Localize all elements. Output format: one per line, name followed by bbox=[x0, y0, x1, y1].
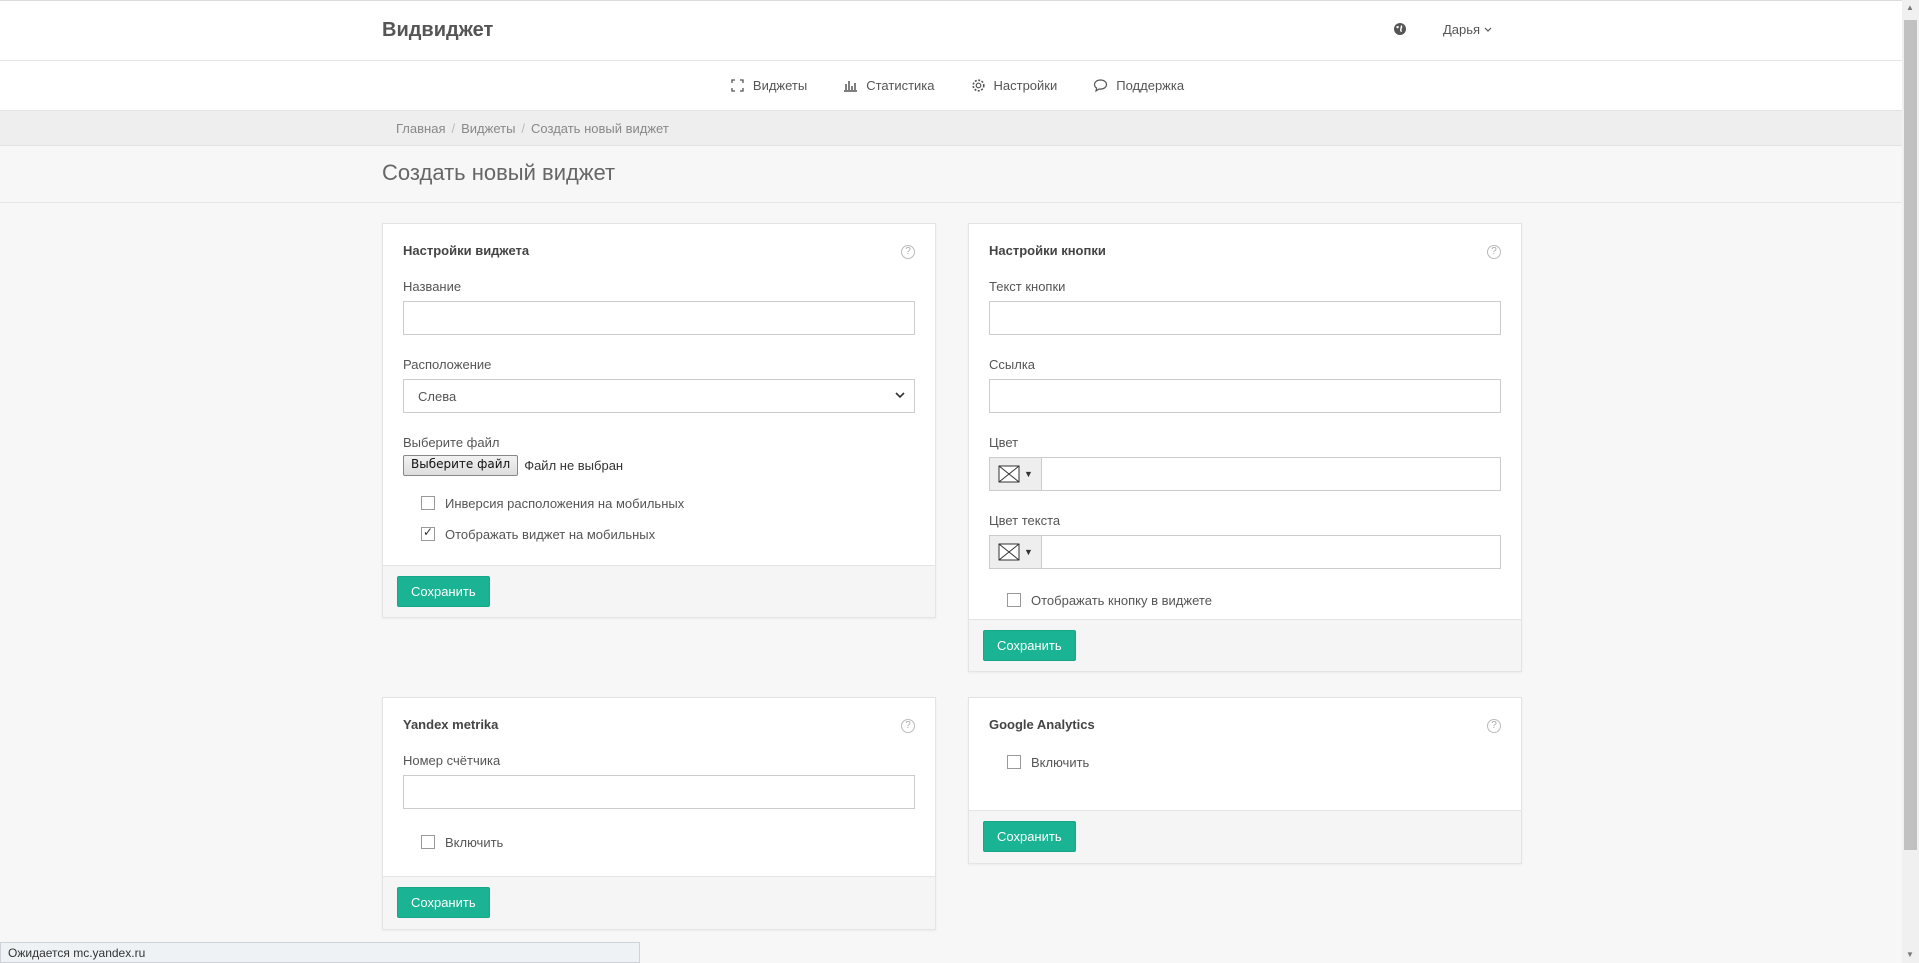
panel-title: Yandex metrika bbox=[403, 717, 499, 732]
user-menu[interactable]: Дарья bbox=[1443, 22, 1492, 37]
panel-footer: Сохранить bbox=[969, 810, 1521, 863]
show-mobile-checkbox[interactable]: Отображать виджет на мобильных bbox=[403, 525, 915, 543]
scrollbar-thumb[interactable] bbox=[1904, 20, 1917, 850]
main-nav: Виджеты Статистика Настройки Поддержка bbox=[0, 61, 1902, 111]
nav-settings-label: Настройки bbox=[993, 78, 1058, 93]
breadcrumb-widgets[interactable]: Виджеты bbox=[461, 121, 515, 136]
panel-footer: Сохранить bbox=[383, 876, 935, 929]
title-bar: Создать новый виджет bbox=[0, 146, 1902, 203]
nav-statistics-label: Статистика bbox=[866, 78, 935, 93]
show-mobile-label: Отображать виджет на мобильных bbox=[445, 526, 656, 542]
yandex-enable-label: Включить bbox=[445, 834, 504, 850]
color-label: Цвет bbox=[989, 435, 1019, 450]
dropdown-arrow-icon: ▼ bbox=[1024, 547, 1033, 557]
breadcrumb-bar: Главная / Виджеты / Создать новый виджет bbox=[0, 111, 1902, 146]
no-color-icon bbox=[998, 543, 1020, 561]
color-input[interactable] bbox=[1042, 457, 1501, 491]
breadcrumb: Главная / Виджеты / Создать новый виджет bbox=[396, 121, 669, 136]
globe-icon[interactable] bbox=[1393, 22, 1407, 36]
nav-settings[interactable]: Настройки bbox=[971, 78, 1058, 93]
save-button[interactable]: Сохранить bbox=[397, 576, 490, 607]
show-button-label: Отображать кнопку в виджете bbox=[1031, 592, 1212, 608]
position-label: Расположение bbox=[403, 357, 492, 372]
text-color-picker: ▼ bbox=[989, 535, 1501, 569]
browser-status-bar: Ожидается mc.yandex.ru bbox=[0, 942, 640, 963]
breadcrumb-home[interactable]: Главная bbox=[396, 121, 445, 136]
nav-statistics[interactable]: Статистика bbox=[843, 78, 935, 93]
invert-mobile-label: Инверсия расположения на мобильных bbox=[445, 495, 685, 511]
no-color-icon bbox=[998, 465, 1020, 483]
file-input: Выберите файл Файл не выбран bbox=[403, 455, 915, 476]
color-picker: ▼ bbox=[989, 457, 1501, 491]
nav-support[interactable]: Поддержка bbox=[1093, 78, 1184, 93]
color-swatch-button[interactable]: ▼ bbox=[989, 457, 1042, 491]
bar-chart-icon bbox=[844, 81, 858, 92]
widget-settings-panel: ? Настройки виджета Название Расположени… bbox=[382, 223, 936, 618]
dropdown-arrow-icon: ▼ bbox=[1024, 469, 1033, 479]
breadcrumb-separator: / bbox=[521, 121, 526, 136]
checkbox-box[interactable] bbox=[421, 835, 435, 849]
checkbox-box[interactable] bbox=[1007, 755, 1021, 769]
position-selected: Слева bbox=[418, 389, 457, 404]
panel-footer: Сохранить bbox=[383, 565, 935, 617]
widget-name-input[interactable] bbox=[403, 301, 915, 335]
nav-widgets[interactable]: Виджеты bbox=[730, 78, 807, 93]
chat-icon bbox=[1094, 79, 1108, 93]
checkbox-box-checked[interactable] bbox=[421, 525, 435, 541]
text-color-swatch-button[interactable]: ▼ bbox=[989, 535, 1042, 569]
chevron-down-icon bbox=[895, 392, 905, 399]
top-bar: Видвиджет Дарья bbox=[0, 0, 1902, 61]
save-button[interactable]: Сохранить bbox=[983, 630, 1076, 661]
yandex-enable-checkbox[interactable]: Включить bbox=[403, 833, 915, 851]
text-color-input[interactable] bbox=[1042, 535, 1501, 569]
panel-title: Google Analytics bbox=[989, 717, 1095, 732]
show-button-checkbox[interactable]: Отображать кнопку в виджете bbox=[989, 591, 1501, 609]
invert-mobile-checkbox[interactable]: Инверсия расположения на мобильных bbox=[403, 494, 915, 512]
scroll-down-icon[interactable]: ▼ bbox=[1906, 951, 1914, 959]
position-select[interactable]: Слева bbox=[403, 379, 915, 413]
checkbox-box[interactable] bbox=[1007, 593, 1021, 607]
user-name: Дарья bbox=[1443, 22, 1481, 37]
name-label: Название bbox=[403, 279, 462, 294]
nav-support-label: Поддержка bbox=[1116, 78, 1185, 93]
google-analytics-panel: ? Google Analytics Включить Сохранить bbox=[968, 697, 1522, 864]
scrollbar[interactable]: ▲ ▼ bbox=[1902, 0, 1919, 963]
panel-title: Настройки кнопки bbox=[989, 243, 1106, 258]
chevron-down-icon bbox=[1484, 27, 1492, 32]
nav-widgets-label: Виджеты bbox=[752, 78, 808, 93]
page-title: Создать новый виджет bbox=[382, 160, 616, 185]
yandex-metrika-panel: ? Yandex metrika Номер счётчика Включить… bbox=[382, 697, 936, 930]
choose-file-button[interactable]: Выберите файл bbox=[403, 455, 519, 476]
text-color-label: Цвет текста bbox=[989, 513, 1061, 528]
button-text-input[interactable] bbox=[989, 301, 1501, 335]
google-enable-checkbox[interactable]: Включить bbox=[989, 753, 1501, 771]
save-button[interactable]: Сохранить bbox=[983, 821, 1076, 852]
link-label: Ссылка bbox=[989, 357, 1036, 372]
checkbox-box[interactable] bbox=[421, 496, 435, 510]
panel-title: Настройки виджета bbox=[403, 243, 530, 258]
scroll-up-icon[interactable]: ▲ bbox=[1906, 4, 1914, 12]
gear-icon bbox=[971, 79, 985, 92]
breadcrumb-current: Создать новый виджет bbox=[531, 121, 669, 136]
button-text-label: Текст кнопки bbox=[989, 279, 1066, 294]
expand-icon bbox=[731, 79, 744, 92]
google-enable-label: Включить bbox=[1031, 754, 1090, 770]
brand-logo[interactable]: Видвиджет bbox=[382, 19, 493, 42]
counter-label: Номер счётчика bbox=[403, 753, 501, 768]
file-label: Выберите файл bbox=[403, 435, 500, 450]
file-status: Файл не выбран bbox=[524, 458, 624, 473]
counter-number-input[interactable] bbox=[403, 775, 915, 809]
button-settings-panel: ? Настройки кнопки Текст кнопки Ссылка Ц… bbox=[968, 223, 1522, 672]
panel-footer: Сохранить bbox=[969, 619, 1521, 671]
breadcrumb-separator: / bbox=[451, 121, 456, 136]
link-input[interactable] bbox=[989, 379, 1501, 413]
save-button[interactable]: Сохранить bbox=[397, 887, 490, 918]
